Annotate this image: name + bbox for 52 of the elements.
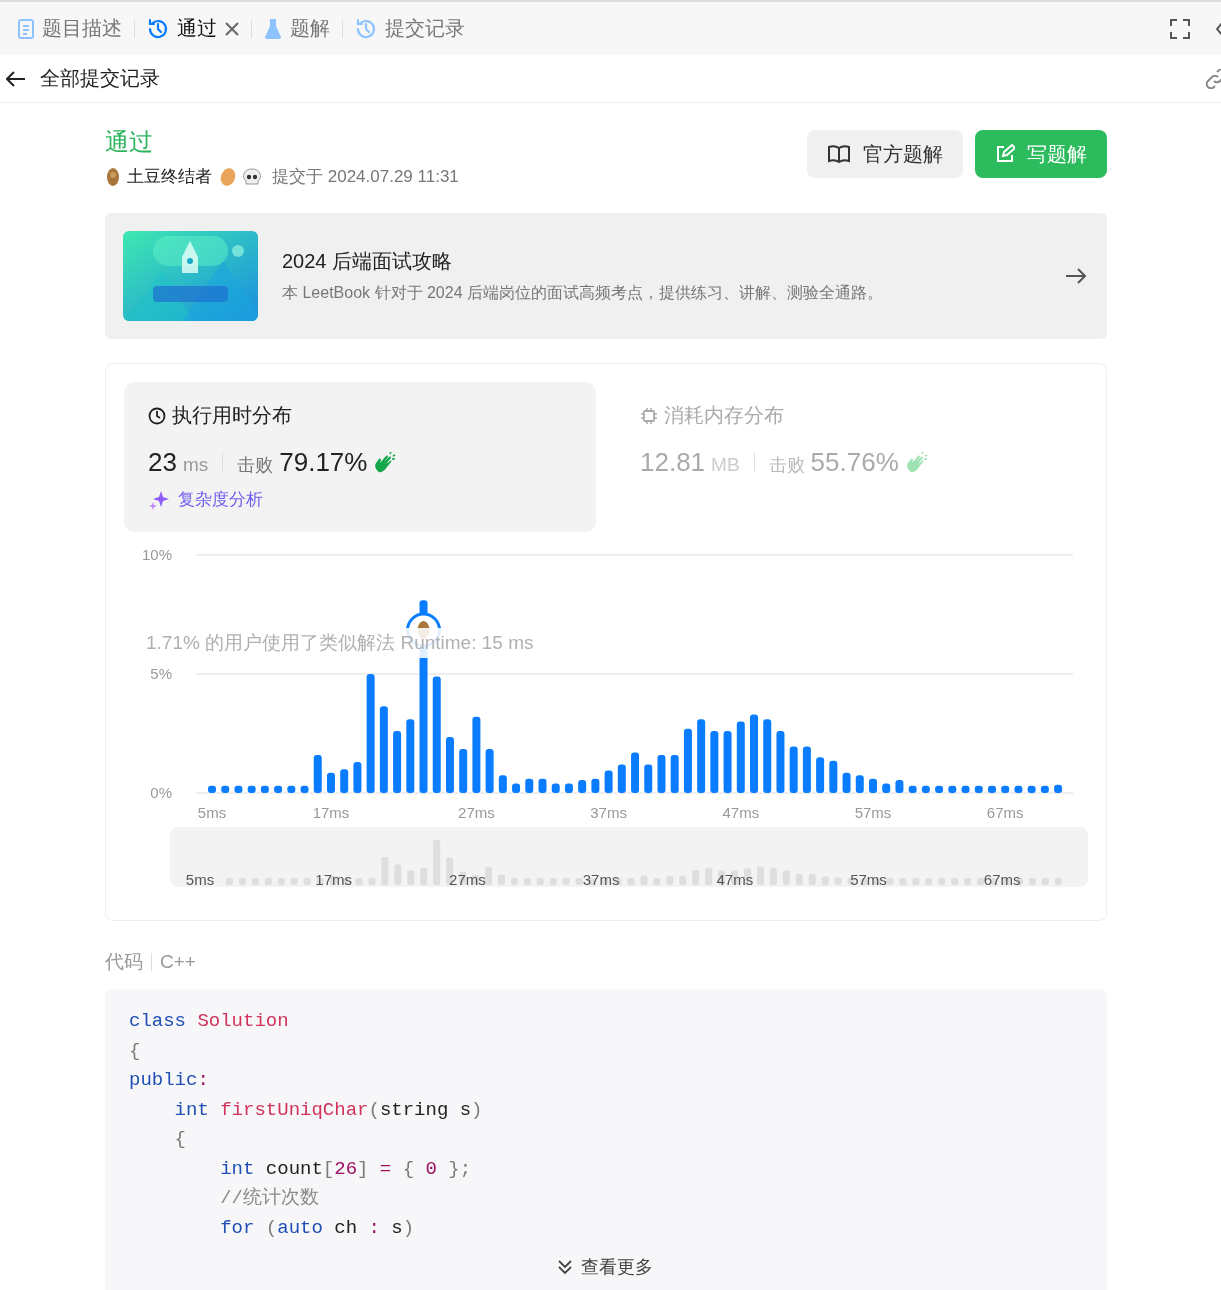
code-line: public: (129, 1068, 210, 1093)
show-more-link[interactable]: 查看更多 (557, 1255, 653, 1279)
code-label: 代码 (105, 950, 143, 974)
stat-unit: ms (182, 454, 209, 476)
axis-label: 0% (150, 784, 172, 801)
page-title: 全部提交记录 (40, 66, 160, 91)
code-line: //统计次数 (219, 1186, 321, 1211)
book-banner[interactable]: 2024 后端面试攻略 本 LeetBook 针对于 2024 后端岗位的面试高频考点，提供练习、讲解、测验全通路。 (105, 213, 1107, 339)
stat-panel[interactable]: 执行用时分布 23 ms 击败 79.17% 复杂度分析 (124, 382, 596, 532)
axis-label: 27ms (458, 804, 495, 819)
tab[interactable]: 通过 (141, 15, 245, 42)
submission-time: 提交于 2024.07.29 11:31 (272, 166, 459, 188)
beat-label: 击败 (237, 454, 274, 477)
code-line: int count[26] = { 0 }; (219, 1156, 473, 1182)
beat-percentage: 79.17% (279, 447, 368, 478)
language-label: C++ (160, 951, 196, 973)
beat-label: 击败 (768, 454, 805, 477)
axis-label: 5ms (197, 804, 227, 819)
tab[interactable]: 题目描述 (12, 15, 128, 42)
tab[interactable]: 提交记录 (349, 15, 471, 42)
axis-label: 47ms (722, 804, 760, 819)
axis-label: 5% (150, 665, 172, 682)
result-status: 通过 (105, 127, 154, 157)
username[interactable]: 土豆终结者 (127, 165, 212, 188)
axis-label: 10% (141, 546, 172, 563)
code-line: { (173, 1127, 187, 1152)
complexity-analysis-link[interactable]: 复杂度分析 (148, 488, 263, 511)
axis-label: 57ms (850, 871, 887, 887)
axis-label: 37ms (582, 871, 620, 887)
axis-label: 47ms (716, 871, 754, 887)
book-description: 本 LeetBook 针对于 2024 后端岗位的面试高频考点，提供练习、讲解、测验全通路。 (282, 283, 884, 303)
axis-label: 37ms (590, 804, 627, 819)
tab[interactable]: 题解 (258, 15, 336, 42)
axis-label: 57ms (854, 804, 892, 819)
code-line: int firstUniqChar(string s) (173, 1097, 484, 1123)
stat-value: 12.81 (640, 447, 706, 478)
code-line: for (auto ch : s) (219, 1215, 416, 1241)
axis-label: 17ms (315, 871, 353, 887)
official-solution-button[interactable]: 官方题解 (807, 130, 963, 178)
code-line: { (129, 1038, 142, 1064)
range-navigator[interactable]: 5ms 17ms 27ms 37ms 47ms 57ms 67ms (170, 827, 1088, 887)
stat-value: 23 (148, 447, 177, 478)
stat-title: 执行用时分布 (172, 403, 292, 428)
stat-title: 消耗内存分布 (664, 403, 784, 428)
axis-label: 17ms (312, 804, 350, 819)
beat-percentage: 55.76% (810, 447, 899, 478)
axis-label: 5ms (185, 871, 215, 887)
axis-label: 67ms (986, 804, 1024, 819)
code-line: class Solution (129, 1009, 290, 1034)
book-title: 2024 后端面试攻略 (282, 249, 454, 274)
axis-label: 67ms (983, 871, 1021, 887)
axis-label: 27ms (449, 871, 486, 887)
